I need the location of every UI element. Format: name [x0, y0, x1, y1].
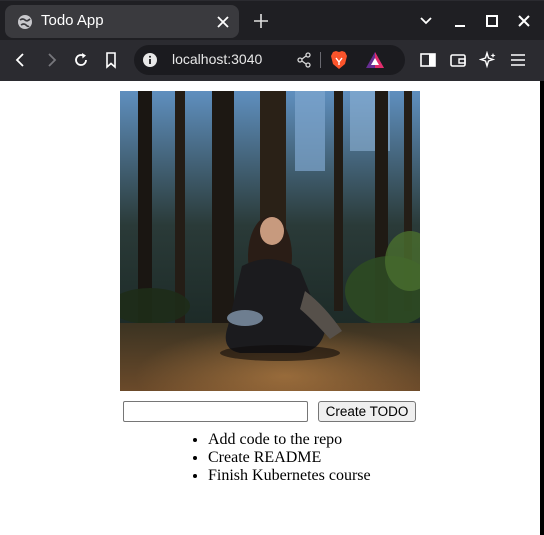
forward-arrow-icon[interactable] [42, 51, 60, 69]
info-icon[interactable] [142, 52, 158, 68]
todo-input[interactable] [123, 401, 308, 422]
minimize-icon[interactable] [452, 13, 468, 29]
wallet-icon[interactable] [449, 51, 467, 69]
reload-icon[interactable] [72, 51, 90, 69]
todo-item: Add code to the repo [208, 431, 371, 449]
todo-item: Finish Kubernetes course [208, 467, 371, 485]
browser-tab-bar: Todo App [0, 0, 544, 40]
share-icon[interactable] [296, 52, 312, 68]
close-icon[interactable] [216, 15, 230, 29]
todo-item: Create README [208, 449, 371, 467]
viewport-edge [540, 81, 544, 535]
sidebar-icon[interactable] [419, 51, 437, 69]
brave-lion-icon[interactable] [330, 50, 348, 70]
rewards-triangle-icon[interactable] [365, 51, 385, 69]
plus-icon[interactable] [253, 13, 269, 29]
address-bar[interactable]: localhost:3040 [134, 45, 405, 75]
hamburger-menu-icon[interactable] [509, 51, 527, 69]
back-arrow-icon[interactable] [12, 51, 30, 69]
chevron-down-icon[interactable] [418, 13, 434, 29]
url-separator [320, 52, 321, 68]
create-todo-button[interactable]: Create TODO [318, 401, 416, 422]
tab-title: Todo App [41, 12, 104, 29]
browser-toolbar: localhost:3040 [0, 40, 544, 81]
todo-list: Add code to the repo Create README Finis… [208, 431, 371, 485]
close-window-icon[interactable] [516, 13, 532, 29]
hero-image [120, 91, 420, 391]
bookmark-icon[interactable] [102, 51, 120, 69]
sparkle-icon[interactable] [479, 51, 497, 69]
browser-tab[interactable]: Todo App [5, 5, 239, 38]
globe-icon [18, 15, 32, 29]
maximize-icon[interactable] [484, 13, 500, 29]
url-text[interactable]: localhost:3040 [172, 51, 262, 67]
